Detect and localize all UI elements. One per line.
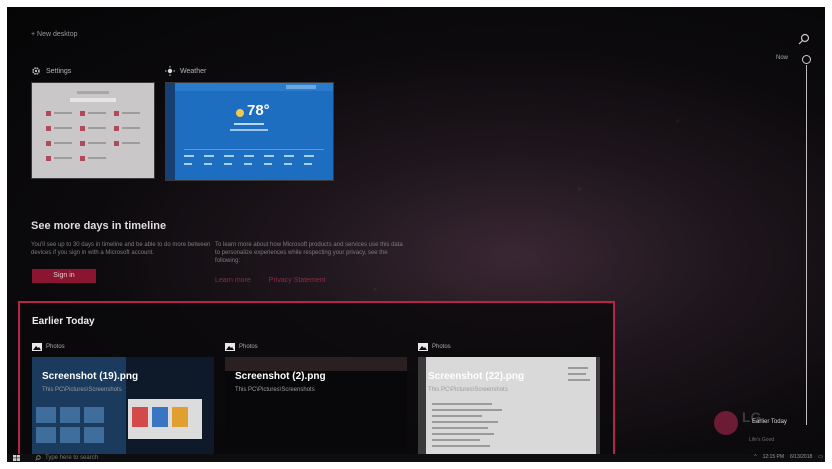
window-app-name: Weather: [180, 67, 207, 75]
privacy-statement-link[interactable]: Privacy Statement: [269, 277, 326, 284]
activity-app-name: Photos: [46, 344, 65, 350]
settings-thumbnail: [31, 82, 155, 179]
activity-file-name: Screenshot (2).png: [235, 371, 326, 382]
lg-tagline: Life's Good: [749, 437, 775, 443]
activity-file-name: Screenshot (19).png: [42, 371, 139, 382]
earlier-today-title: Earlier Today: [32, 316, 95, 327]
photos-icon: [418, 343, 428, 351]
window-card-weather[interactable]: Weather 78°: [165, 64, 334, 181]
earlier-today-section: Earlier Today Photos Screenshot (19).png…: [18, 301, 615, 462]
timeline-now-label: Now: [775, 55, 788, 61]
start-windows-icon[interactable]: [13, 455, 20, 461]
window-card-settings[interactable]: Settings: [31, 64, 155, 179]
clock-date[interactable]: 6/13/2018: [790, 454, 812, 460]
new-desktop-button[interactable]: + New desktop: [31, 31, 78, 38]
photos-icon: [225, 343, 235, 351]
activity-card[interactable]: Photos Screenshot (22).png This PC\Pictu…: [418, 341, 600, 456]
photos-icon: [32, 343, 42, 351]
activity-file-path: This PC\Pictures\Screenshots: [428, 387, 508, 393]
chevron-up-icon[interactable]: ^: [754, 454, 756, 460]
activity-card[interactable]: Photos Screenshot (19).png This PC\Pictu…: [32, 341, 214, 456]
timeline-earlier-marker[interactable]: Earlier Today: [752, 419, 787, 425]
lg-logo-icon: [714, 411, 738, 435]
taskbar: Type here to search ^ 12:15 PM 6/13/2018…: [7, 454, 825, 462]
activity-card[interactable]: Photos Screenshot (2).png This PC\Pictur…: [225, 341, 407, 456]
learn-more-link[interactable]: Learn more: [215, 277, 251, 284]
taskbar-search-placeholder: Type here to search: [45, 455, 99, 461]
privacy-info-text: To learn more about how Microsoft produc…: [215, 242, 403, 264]
brand-watermark: [714, 411, 738, 435]
search-icon: [35, 455, 41, 461]
sun-icon: [165, 66, 175, 76]
activity-header: Photos: [418, 341, 600, 353]
activity-app-name: Photos: [239, 344, 258, 350]
activity-header: Photos: [32, 341, 214, 353]
activity-file-name: Screenshot (22).png: [428, 371, 525, 382]
taskbar-search-box[interactable]: Type here to search: [35, 455, 98, 461]
settings-preview-graphic: [46, 91, 140, 161]
sign-in-button[interactable]: Sign in: [32, 269, 96, 283]
timeline-scroll-knob[interactable]: [802, 55, 811, 64]
activity-header: Photos: [225, 341, 407, 353]
activity-preview: Screenshot (19).png This PC\Pictures\Scr…: [32, 357, 214, 456]
weather-temperature: 78°: [247, 102, 270, 119]
activity-preview: Screenshot (2).png This PC\Pictures\Scre…: [225, 357, 407, 456]
activity-file-path: This PC\Pictures\Screenshots: [235, 387, 315, 393]
activity-preview: Screenshot (22).png This PC\Pictures\Scr…: [418, 357, 600, 456]
task-view-screen: + New desktop Now Settings Weather 78° S…: [7, 7, 825, 462]
weather-preview-graphic: [166, 83, 333, 180]
notification-icon[interactable]: ▭: [818, 454, 823, 460]
weather-thumbnail: 78°: [165, 82, 334, 181]
window-app-name: Settings: [46, 67, 72, 75]
timeline-promo-title: See more days in timeline: [31, 220, 167, 232]
search-icon[interactable]: [798, 33, 810, 45]
promo-links: Learn more Privacy Statement: [215, 277, 326, 284]
timeline-scrollbar[interactable]: [806, 65, 807, 425]
activity-app-name: Photos: [432, 344, 451, 350]
window-header-weather: Weather: [165, 64, 334, 78]
clock-time[interactable]: 12:15 PM: [763, 454, 784, 460]
activity-file-path: This PC\Pictures\Screenshots: [42, 387, 122, 393]
new-desktop-label: + New desktop: [31, 31, 78, 38]
timeline-promo-text: You'll see up to 30 days in timeline and…: [31, 242, 211, 256]
gear-icon: [32, 67, 40, 75]
window-header-settings: Settings: [31, 64, 155, 78]
system-tray: ^ 12:15 PM 6/13/2018 ▭: [754, 454, 823, 460]
